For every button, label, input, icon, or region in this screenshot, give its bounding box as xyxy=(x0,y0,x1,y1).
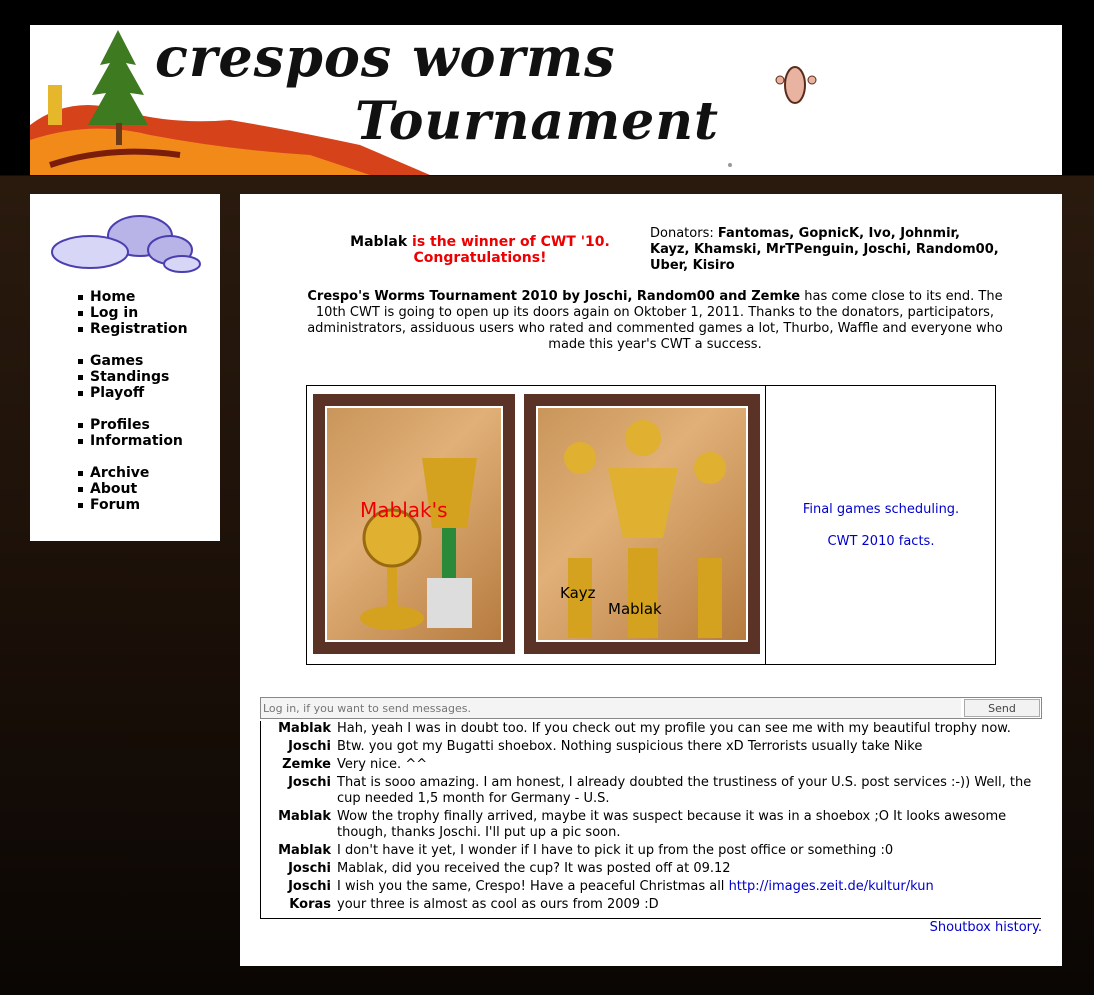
donators-list: Donators: Fantomas, GopnicK, Ivo, Johnmi… xyxy=(650,226,1000,274)
shout-user: Koras xyxy=(289,897,331,912)
shout-text: your three is almost as cool as ours fro… xyxy=(337,897,659,912)
shout-text: I don't have it yet, I wonder if I have … xyxy=(337,843,894,858)
tournament-links: Final games scheduling. CWT 2010 facts. xyxy=(765,386,996,664)
banner-title-line1: crespos worms xyxy=(155,25,616,89)
photo2-label-kayz: Kayz xyxy=(560,584,596,602)
sidebar: Home Log in Registration Games Standings… xyxy=(30,194,220,541)
trophy-photo-group[interactable]: Kayz Mablak xyxy=(524,394,760,654)
winner-announcement: Mablak is the winner of CWT '10. Congrat… xyxy=(340,234,620,266)
photo1-label: Mablak's xyxy=(360,498,448,522)
donators-label: Donators: xyxy=(650,226,714,241)
shout-message: Mablak Wow the trophy finally arrived, ma… xyxy=(261,809,1041,841)
shout-user: Zemke xyxy=(282,757,331,772)
cwt-facts-link[interactable]: CWT 2010 facts. xyxy=(766,534,996,549)
intro-paragraph: Crespo's Worms Tournament 2010 by Joschi… xyxy=(300,289,1010,353)
nav-home[interactable]: Home xyxy=(78,289,188,305)
winner-name: Mablak xyxy=(350,234,408,250)
shout-text: That is sooo amazing. I am honest, I alr… xyxy=(337,775,1032,806)
shout-user: Joschi xyxy=(288,739,331,754)
nav-log-in[interactable]: Log in xyxy=(78,305,188,321)
nav-forum[interactable]: Forum xyxy=(78,497,149,513)
trophy-gallery: Mablak's Kayz Mablak Final games schedul… xyxy=(306,385,996,665)
cloud-logo xyxy=(51,215,201,273)
nav-information[interactable]: Information xyxy=(78,433,183,449)
shout-user: Mablak xyxy=(278,721,331,736)
trophy-illustration xyxy=(360,458,477,630)
nav-registration[interactable]: Registration xyxy=(78,321,188,337)
intro-bold: Crespo's Worms Tournament 2010 by Joschi… xyxy=(307,289,801,304)
congratulations-text: Congratulations! xyxy=(413,250,547,266)
nav-about[interactable]: About xyxy=(78,481,149,497)
site-banner: crespos worms Tournament xyxy=(30,25,1062,175)
trophy-photo-mablak[interactable]: Mablak's xyxy=(313,394,515,654)
shout-text: I wish you the same, Crespo! Have a peac… xyxy=(337,879,729,894)
shout-message: Mablak Hah, yeah I was in doubt too. If y… xyxy=(261,721,1041,737)
shout-text: Very nice. ^^ xyxy=(337,757,428,772)
photo2-label-mablak: Mablak xyxy=(608,600,662,618)
shout-text: Wow the trophy finally arrived, maybe it… xyxy=(337,809,1007,840)
main-content: Mablak is the winner of CWT '10. Congrat… xyxy=(240,194,1062,966)
shout-user: Joschi xyxy=(288,879,331,894)
shout-user: Mablak xyxy=(278,843,331,858)
shout-user: Joschi xyxy=(288,861,331,876)
nav-games[interactable]: Games xyxy=(78,353,169,369)
shout-text: Hah, yeah I was in doubt too. If you che… xyxy=(337,721,1011,736)
shout-user: Mablak xyxy=(278,809,331,824)
shout-link[interactable]: http://images.zeit.de/kultur/kun xyxy=(729,879,934,894)
nav-profiles[interactable]: Profiles xyxy=(78,417,183,433)
shout-message: Joschi Btw. you got my Bugatti shoebox. N… xyxy=(261,739,1041,755)
winner-text: is the winner of CWT '10. xyxy=(412,234,610,250)
shout-message: Joschi That is sooo amazing. I am honest,… xyxy=(261,775,1041,807)
nav-playoff[interactable]: Playoff xyxy=(78,385,169,401)
nav-archive[interactable]: Archive xyxy=(78,465,149,481)
shout-text: Mablak, did you received the cup? It was… xyxy=(337,861,731,876)
shout-message: Joschi I wish you the same, Crespo! Have … xyxy=(261,879,1041,895)
shout-message: Mablak I don't have it yet, I wonder if I… xyxy=(261,843,1041,859)
nav-standings[interactable]: Standings xyxy=(78,369,169,385)
banner-title-line2: Tournament xyxy=(355,91,720,152)
shout-message: Koras your three is almost as cool as our… xyxy=(261,897,1041,913)
shoutbox-form: Send xyxy=(260,697,1042,719)
shoutbox-input[interactable] xyxy=(261,698,961,718)
shoutbox-history-link[interactable]: Shoutbox history. xyxy=(930,920,1042,935)
final-games-link[interactable]: Final games scheduling. xyxy=(766,502,996,517)
shout-text: Btw. you got my Bugatti shoebox. Nothing… xyxy=(337,739,923,754)
shout-user: Joschi xyxy=(288,775,331,790)
shout-message: Joschi Mablak, did you received the cup? … xyxy=(261,861,1041,877)
send-button[interactable]: Send xyxy=(964,699,1040,717)
shoutbox-messages: Mablak Hah, yeah I was in doubt too. If y… xyxy=(260,721,1041,919)
shout-message: Zemke Very nice. ^^ xyxy=(261,757,1041,773)
